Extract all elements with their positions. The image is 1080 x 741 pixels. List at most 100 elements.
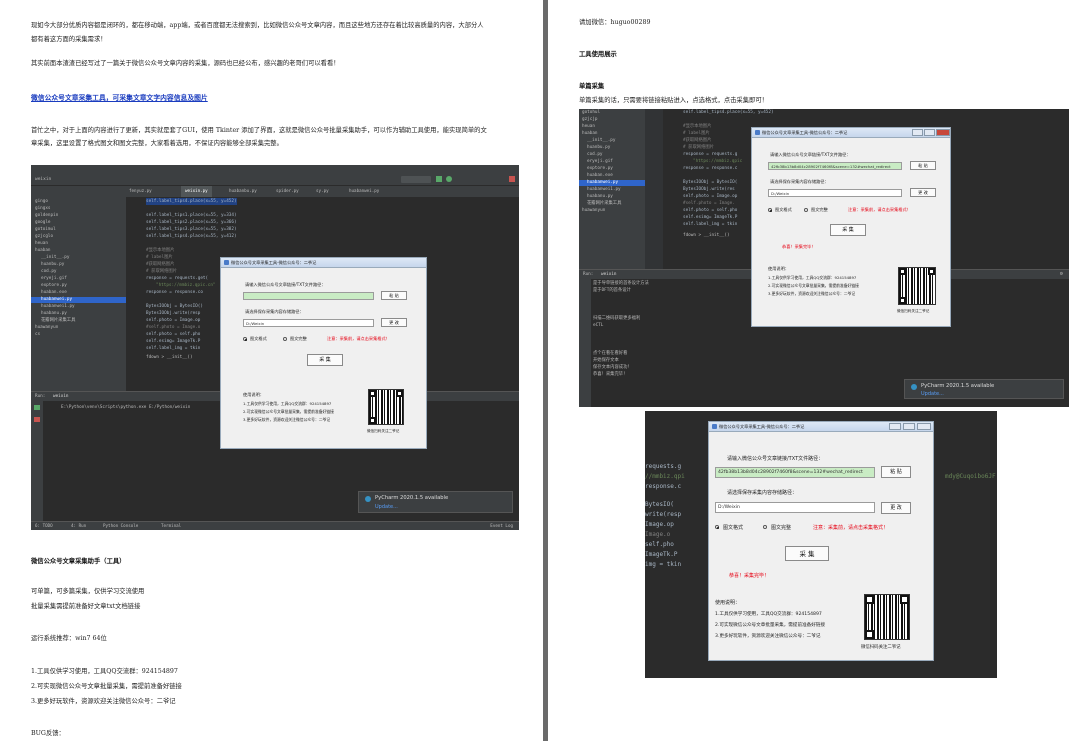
breadcrumb[interactable]: fdown > __init__() — [146, 354, 193, 361]
tab-sy[interactable]: sy.py — [316, 188, 329, 193]
collect-button-2[interactable]: 采 集 — [830, 224, 866, 236]
console-line: 保存文本内容成功！ — [593, 365, 632, 370]
tree-item[interactable]: heuan — [582, 124, 595, 130]
single-collect-title: 单篇采集 — [579, 83, 605, 90]
maximize-button[interactable] — [903, 423, 915, 430]
tree-item[interactable]: huawanyun — [35, 325, 58, 331]
tree-item[interactable]: exptore.py — [41, 283, 67, 289]
console-line: 开始保存文本 — [593, 358, 619, 363]
radio-image-text-full[interactable] — [283, 337, 287, 341]
ide-tab-bar: fenyuz.py weixin.py huabanbu.py spider.p… — [31, 186, 519, 197]
rerun-icon[interactable] — [34, 405, 40, 410]
radio-2-label: 图文完整 — [290, 336, 307, 341]
paste-button-2[interactable]: 粘 贴 — [910, 161, 936, 170]
tree-item[interactable]: goldenpin — [35, 213, 58, 219]
tree-item[interactable]: gotohul — [582, 110, 600, 116]
update-line-1: 首忙之中，对于上面的内容进行了更新，其实就是套了GUI，使用 Tkinter 添… — [31, 127, 487, 134]
tree-item[interactable]: huaban — [35, 248, 51, 254]
close-button[interactable] — [936, 129, 950, 136]
tree-item[interactable]: huabanwei1.py — [587, 187, 621, 193]
tree-item[interactable]: cod.py — [587, 152, 603, 158]
tree-item[interactable]: __init__.py — [587, 138, 615, 144]
tree-item[interactable]: huanbu.py — [587, 145, 610, 151]
change-path-button-2[interactable]: 更 改 — [910, 188, 936, 197]
maximize-button[interactable] — [924, 129, 935, 136]
radio-image-text-format[interactable] — [768, 208, 772, 212]
collect-button-3[interactable]: 采 集 — [785, 546, 829, 561]
tree-item[interactable]: gingxs — [35, 206, 51, 212]
tree-item[interactable]: gzjcglo — [35, 234, 53, 240]
qr-corner-icon — [899, 297, 906, 304]
status-run[interactable]: 4: Run — [71, 523, 86, 528]
tree-item-selected[interactable]: huabanwei.py — [31, 297, 126, 303]
run-icon[interactable] — [436, 176, 442, 182]
run-tab[interactable]: weixin — [53, 394, 69, 399]
change-path-button-3[interactable]: 更 改 — [881, 502, 911, 514]
tab-weixin[interactable]: weixin.py — [181, 186, 212, 197]
tree-item[interactable]: huaban.exe — [587, 173, 613, 179]
article-link[interactable]: 微信公众号文章采集工具，可采集文章文字内容信息及图片 — [31, 92, 208, 102]
stop-run-icon[interactable] — [34, 417, 40, 422]
breadcrumb[interactable]: fdown > __init__() — [683, 232, 730, 239]
tree-item[interactable]: 花瓣网片采集工具 — [41, 318, 75, 324]
gear-icon[interactable]: ⚙ — [1060, 271, 1063, 277]
save-path-input-2[interactable]: D:/Weixin — [768, 189, 902, 197]
radio-image-text-full[interactable] — [763, 525, 767, 529]
radio-image-text-format[interactable] — [243, 337, 247, 341]
status-terminal[interactable]: Terminal — [161, 523, 181, 528]
tree-item[interactable]: huabanu.py — [587, 194, 613, 200]
stop-icon[interactable] — [509, 176, 515, 182]
url-input-2[interactable]: 42fb38b13b8d04c28902f7460f8&scene=132#we… — [768, 162, 902, 170]
debug-icon[interactable] — [446, 176, 452, 182]
tree-item[interactable]: eryeji.gif — [587, 159, 613, 165]
tab-spider[interactable]: spider.py — [276, 188, 299, 193]
radio-image-text-full[interactable] — [804, 208, 808, 212]
tree-item[interactable]: heuan — [35, 241, 48, 247]
save-path-prompt-2: 请选择保存采集内容存储路径： — [770, 179, 829, 184]
tab-huabanwei[interactable]: huabanwei.py — [349, 188, 379, 193]
tree-item-selected[interactable]: huabanwei.py — [579, 180, 645, 186]
tree-item[interactable]: huawanyun — [582, 208, 605, 214]
code-line: ImageTk.P — [645, 551, 678, 558]
tree-item[interactable]: huanbu.py — [41, 262, 64, 268]
code-line: self.label_tips4.place(x=55, y=452) — [683, 110, 774, 115]
tree-item[interactable]: cod.py — [41, 269, 57, 275]
tree-item[interactable]: gingo — [35, 199, 48, 205]
tree-item[interactable]: huabanwei1.py — [41, 304, 75, 310]
paragraph-1: 可单篇，可多篇采集，仅供学习交流使用 — [31, 588, 145, 595]
run-config-selector[interactable] — [401, 176, 431, 183]
save-path-input[interactable]: D:/Weixin — [243, 319, 374, 327]
paste-button[interactable]: 粘 贴 — [381, 291, 407, 300]
tab-huabanbu[interactable]: huabanbu.py — [229, 188, 257, 193]
notification-update-link[interactable]: Update... — [375, 504, 398, 510]
collect-button[interactable]: 采 集 — [307, 354, 343, 366]
save-path-input-3[interactable]: D:/Weixin — [715, 502, 875, 513]
tab-fenyuz[interactable]: fenyuz.py — [129, 188, 152, 193]
tree-item[interactable]: __init__.py — [41, 255, 69, 261]
radio-image-text-format[interactable] — [715, 525, 719, 529]
notification-update-link-2[interactable]: Update... — [921, 391, 944, 397]
tree-item[interactable]: huaban — [582, 131, 598, 137]
tree-item[interactable]: cs — [35, 332, 40, 338]
status-event-log[interactable]: Event Log — [490, 523, 513, 528]
update-notification[interactable]: PyCharm 2020.1.5 available Update... — [358, 491, 513, 513]
tree-item[interactable]: google — [35, 220, 51, 226]
url-input[interactable] — [243, 292, 374, 300]
change-path-button[interactable]: 更 改 — [381, 318, 407, 327]
tree-item[interactable]: gzjcjp — [582, 117, 598, 123]
close-button[interactable] — [917, 423, 931, 430]
tree-item[interactable]: huaban.exe — [41, 290, 67, 296]
tree-item[interactable]: eryeji.gif — [41, 276, 67, 282]
run-tab-2[interactable]: weixin — [601, 272, 617, 277]
tree-item[interactable]: exptore.py — [587, 166, 613, 172]
url-input-3[interactable]: 42fb38b13b8d04c28902f7460f8&scene=132#we… — [715, 467, 875, 478]
update-notification-2[interactable]: PyCharm 2020.1.5 available Update... — [904, 379, 1064, 399]
minimize-button[interactable] — [912, 129, 923, 136]
status-todo[interactable]: 6: TODO — [35, 523, 53, 528]
status-python-console[interactable]: Python Console — [103, 523, 138, 528]
tree-item[interactable]: huabanu.py — [41, 311, 67, 317]
tree-item[interactable]: 花瓣网片采集工具 — [587, 201, 621, 207]
minimize-button[interactable] — [889, 423, 901, 430]
paste-button-3[interactable]: 粘 贴 — [881, 466, 911, 478]
tree-item[interactable]: gotoimul — [35, 227, 56, 233]
